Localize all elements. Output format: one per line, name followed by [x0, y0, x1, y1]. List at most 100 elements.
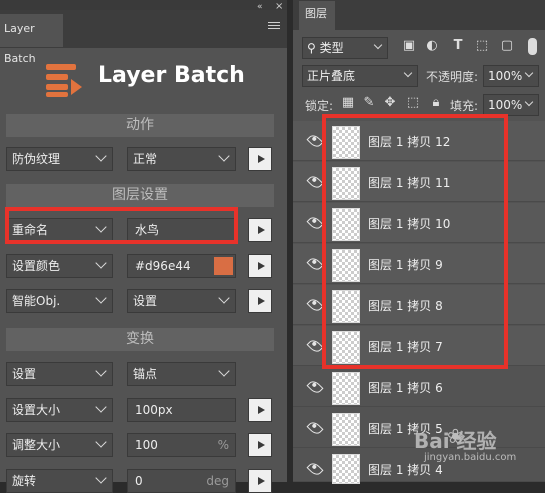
- resize-dropdown[interactable]: 调整大小: [6, 433, 113, 457]
- transform-mode-dropdown[interactable]: 设置: [6, 362, 113, 386]
- layer-row[interactable]: 图层 1 拷贝 6: [293, 367, 545, 407]
- chevron-down-icon: [95, 365, 107, 377]
- layer-thumbnail: [332, 372, 360, 405]
- highlight-box-rename: [5, 207, 238, 244]
- lock-all-icon[interactable]: 🔒︎: [429, 95, 443, 110]
- type-filter-icon[interactable]: T: [451, 38, 465, 53]
- dropdown-value: 正常: [133, 152, 158, 166]
- set-size-dropdown[interactable]: 设置大小: [6, 398, 113, 422]
- eye-icon[interactable]: [306, 214, 324, 232]
- smart-object-action-dropdown[interactable]: 设置: [127, 289, 236, 313]
- tab-layers[interactable]: 图层: [299, 1, 335, 30]
- opacity-value: 100%: [488, 69, 523, 83]
- deg-unit: deg: [206, 474, 229, 488]
- run-resize-button[interactable]: [248, 433, 272, 457]
- resize-value: 100: [135, 438, 158, 452]
- lock-artboard-icon[interactable]: ⬚: [406, 95, 420, 110]
- rotate-input[interactable]: 0 deg: [127, 469, 236, 493]
- shape-filter-icon[interactable]: ⬚: [475, 38, 489, 53]
- dropdown-value: 设置大小: [12, 403, 61, 417]
- blend-mode-value: 正片叠底: [307, 69, 356, 83]
- pixel-filter-icon[interactable]: ▣: [402, 38, 416, 53]
- dropdown-value: 设置颜色: [12, 259, 61, 273]
- eye-icon[interactable]: [306, 296, 324, 314]
- dropdown-value: 锚点: [133, 367, 158, 381]
- fill-value: 100%: [488, 98, 523, 112]
- blend-mode-dropdown[interactable]: 正片叠底: [302, 65, 418, 87]
- rotate-value: 0: [135, 474, 143, 488]
- lock-label: 锁定:: [305, 99, 334, 113]
- chevron-down-icon: [95, 401, 107, 413]
- layer-thumbnail: [332, 454, 360, 484]
- blend-dropdown[interactable]: 正常: [127, 147, 236, 171]
- panel-menu-icon[interactable]: [268, 22, 280, 31]
- run-rotate-button[interactable]: [248, 469, 272, 493]
- eye-icon[interactable]: [306, 255, 324, 273]
- dropdown-value: 设置: [133, 294, 158, 308]
- chevron-down-icon: [218, 150, 230, 162]
- set-color-dropdown[interactable]: 设置颜色: [6, 254, 113, 278]
- chevron-down-icon: [218, 292, 230, 304]
- run-color-button[interactable]: [248, 254, 272, 278]
- chevron-down-icon: [218, 365, 230, 377]
- run-rename-button[interactable]: [248, 218, 272, 242]
- chevron-down-icon: [373, 40, 383, 50]
- app-title: Layer Batch: [98, 63, 245, 88]
- lock-pixels-icon[interactable]: ✎: [362, 95, 376, 110]
- smart-object-filter-icon[interactable]: ▢: [500, 38, 514, 53]
- tab-layer-batch[interactable]: Layer Batch: [0, 14, 63, 65]
- eye-icon[interactable]: [306, 132, 324, 150]
- watermark-url: jingyan.baidu.com: [424, 452, 517, 463]
- layer-thumbnail: [332, 413, 360, 446]
- dropdown-value: 调整大小: [12, 438, 61, 452]
- eye-icon[interactable]: [306, 419, 324, 437]
- adjustment-filter-icon[interactable]: ◐: [425, 38, 439, 53]
- layer-filter-dropdown[interactable]: ⚲ 类型: [302, 37, 388, 59]
- color-swatch[interactable]: [214, 257, 233, 275]
- chevron-down-icon: [95, 257, 107, 269]
- fill-label: 填充:: [450, 99, 479, 113]
- search-icon: ⚲: [307, 41, 316, 55]
- paw-icon: ❀: [447, 424, 464, 448]
- panel-top-strip: [0, 0, 287, 10]
- dropdown-value: 防伪纹理: [12, 152, 61, 166]
- chevron-down-icon: [95, 292, 107, 304]
- size-input[interactable]: 100px: [127, 398, 236, 422]
- smart-object-dropdown[interactable]: 智能Obj.: [6, 289, 113, 313]
- chevron-down-icon: [524, 97, 534, 107]
- eye-icon[interactable]: [306, 378, 324, 396]
- layer-name: 图层 1 拷贝 6: [368, 381, 443, 395]
- dropdown-value: 旋转: [12, 474, 37, 488]
- opacity-label: 不透明度:: [426, 70, 479, 84]
- layer-name: 图层 1 拷贝 4: [368, 463, 443, 477]
- chevron-down-icon: [95, 150, 107, 162]
- eye-icon[interactable]: [306, 460, 324, 478]
- section-transform: 变换: [6, 328, 274, 351]
- close-icon[interactable]: ×: [275, 1, 283, 12]
- filter-toggle-switch[interactable]: [528, 38, 537, 55]
- run-action-button[interactable]: [248, 147, 272, 171]
- run-size-button[interactable]: [248, 398, 272, 422]
- opacity-input[interactable]: 100%: [483, 65, 539, 87]
- section-layer-settings: 图层设置: [6, 184, 274, 207]
- chevron-down-icon: [403, 68, 413, 78]
- fill-input[interactable]: 100%: [483, 94, 539, 116]
- lock-transparency-icon[interactable]: ▦: [341, 95, 355, 110]
- run-smart-object-button[interactable]: [248, 289, 272, 313]
- chevron-down-icon: [95, 436, 107, 448]
- eye-icon[interactable]: [306, 173, 324, 191]
- rotate-dropdown[interactable]: 旋转: [6, 469, 113, 493]
- section-action: 动作: [6, 114, 274, 137]
- chevron-down-icon: [524, 68, 534, 78]
- resize-input[interactable]: 100 %: [127, 433, 236, 457]
- collapse-icon[interactable]: «: [257, 2, 263, 12]
- dropdown-value: 设置: [12, 367, 37, 381]
- dropdown-value: 智能Obj.: [12, 294, 61, 308]
- layer-batch-logo-icon: [46, 64, 82, 97]
- anchor-dropdown[interactable]: 锚点: [127, 362, 236, 386]
- eye-icon[interactable]: [306, 337, 324, 355]
- highlight-box-layers: [322, 114, 508, 369]
- lock-position-icon[interactable]: ✥: [383, 95, 397, 110]
- percent-unit: %: [217, 438, 229, 452]
- action-dropdown[interactable]: 防伪纹理: [6, 147, 113, 171]
